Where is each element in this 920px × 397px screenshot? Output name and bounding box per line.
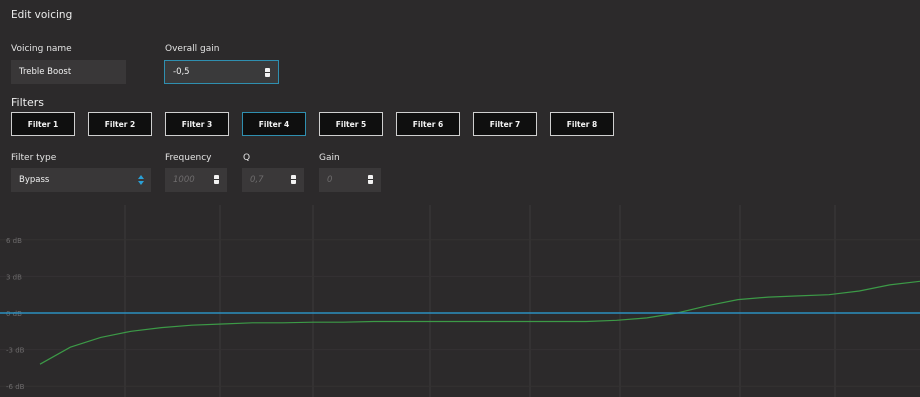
stepper-icon[interactable] [291,175,296,184]
tab-filter-2[interactable]: Filter 2 [88,112,152,136]
q-value: 0,7 [250,175,264,185]
overall-gain-label: Overall gain [165,44,220,54]
voicing-name-label: Voicing name [11,44,72,54]
filter-type-label: Filter type [11,153,57,163]
voicing-name-input[interactable]: Treble Boost [11,60,126,84]
gain-label: Gain [319,153,340,163]
y-tick-label: 6 dB [6,237,22,245]
frequency-input[interactable]: 1000 [165,168,227,192]
tab-filter-7[interactable]: Filter 7 [473,112,537,136]
stepper-icon[interactable] [265,68,270,77]
tab-filter-4[interactable]: Filter 4 [242,112,306,136]
gain-input[interactable]: 0 [319,168,381,192]
q-label: Q [243,153,251,163]
frequency-label: Frequency [165,153,212,163]
gain-value: 0 [327,175,333,185]
overall-gain-input[interactable]: -0,5 [164,60,279,84]
tab-filter-8[interactable]: Filter 8 [550,112,614,136]
y-tick-label: 0 dB [6,310,22,318]
y-tick-label: 3 dB [6,273,22,281]
stepper-icon[interactable] [214,175,219,184]
frequency-response-chart: 6 dB 3 dB 0 dB -3 dB -6 dB [0,205,920,397]
tab-filter-5[interactable]: Filter 5 [319,112,383,136]
y-tick-label: -6 dB [6,383,25,391]
select-arrows-icon [138,175,144,185]
tab-filter-3[interactable]: Filter 3 [165,112,229,136]
dialog-title: Edit voicing [11,9,73,21]
filter-type-value: Bypass [19,175,50,185]
overall-gain-value: -0,5 [173,67,190,77]
stepper-icon[interactable] [368,175,373,184]
q-input[interactable]: 0,7 [242,168,304,192]
response-curve [39,280,920,365]
filter-type-select[interactable]: Bypass [11,168,151,192]
tab-filter-6[interactable]: Filter 6 [396,112,460,136]
tab-filter-1[interactable]: Filter 1 [11,112,75,136]
voicing-name-value: Treble Boost [19,67,72,77]
filters-section-title: Filters [11,96,44,109]
y-tick-label: -3 dB [6,347,25,355]
frequency-value: 1000 [173,175,195,185]
